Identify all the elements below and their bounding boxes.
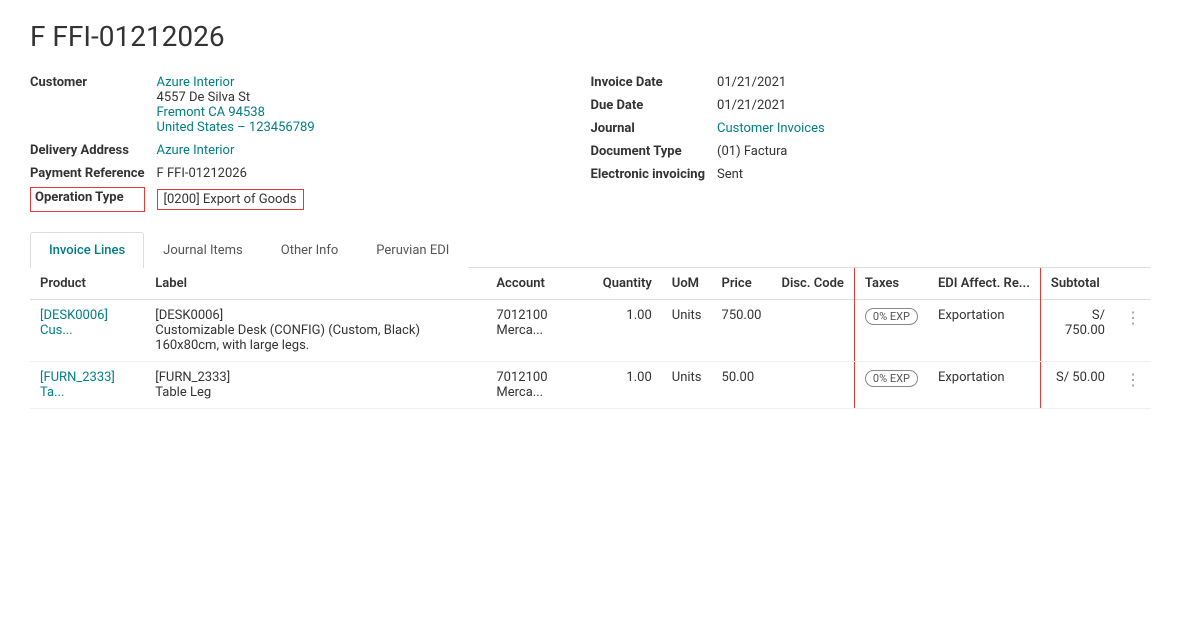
row1-quantity: 1.00 — [593, 300, 662, 362]
col-header-quantity: Quantity — [593, 268, 662, 300]
col-header-edi: EDI Affect. Re... — [928, 268, 1040, 300]
row1-label-long: Customizable Desk (CONFIG) (Custom, Blac… — [155, 323, 476, 353]
col-header-taxes: Taxes — [854, 268, 928, 300]
table-row: [FURN_2333] Ta... [FURN_2333] Table Leg … — [30, 362, 1151, 409]
payment-ref-value: F FFI-01212026 — [157, 164, 591, 183]
invoice-lines-table: Product Label Account Quantity UoM Price… — [30, 268, 1151, 409]
tab-journal-items[interactable]: Journal Items — [144, 232, 262, 268]
row1-uom: Units — [662, 300, 712, 362]
tab-other-info[interactable]: Other Info — [262, 232, 358, 268]
row2-edi: Exportation — [928, 362, 1040, 409]
payment-ref-label: Payment Reference — [30, 164, 145, 183]
invoice-date-value: 01/21/2021 — [717, 73, 1151, 92]
row2-account: 7012100 Merca... — [486, 362, 592, 409]
row2-subtotal: S/ 50.00 — [1040, 362, 1115, 409]
address-line1: 4557 De Silva St — [157, 90, 591, 105]
more-options-icon[interactable]: ⋮ — [1125, 308, 1141, 327]
row2-disc-code — [771, 362, 854, 409]
e-invoice-label: Electronic invoicing — [591, 165, 706, 184]
delivery-label: Delivery Address — [30, 141, 145, 160]
operation-type-label: Operation Type — [30, 187, 145, 212]
row1-edi: Exportation — [928, 300, 1040, 362]
row1-subtotal: S/ 750.00 — [1040, 300, 1115, 362]
table-row: [DESK0006] Cus... [DESK0006] Customizabl… — [30, 300, 1151, 362]
table-header-row: Product Label Account Quantity UoM Price… — [30, 268, 1151, 300]
row2-uom: Units — [662, 362, 712, 409]
col-header-disc-code: Disc. Code — [771, 268, 854, 300]
tab-bar: Invoice Lines Journal Items Other Info P… — [30, 232, 1151, 268]
col-header-more — [1115, 268, 1151, 300]
row1-product-link[interactable]: [DESK0006] Cus... — [40, 308, 108, 338]
customer-address: Azure Interior 4557 De Silva St Fremont … — [157, 73, 591, 137]
row2-more[interactable]: ⋮ — [1115, 362, 1151, 409]
operation-type-value: [0200] Export of Goods — [157, 187, 591, 212]
row1-label: [DESK0006] Customizable Desk (CONFIG) (C… — [145, 300, 486, 362]
doc-type-value: (01) Factura — [717, 142, 1151, 161]
tab-peruvian-edi[interactable]: Peruvian EDI — [357, 232, 468, 268]
row2-label: [FURN_2333] Table Leg — [145, 362, 486, 409]
col-header-label: Label — [145, 268, 486, 300]
row2-label-long: Table Leg — [155, 385, 476, 400]
info-grid: Customer Azure Interior 4557 De Silva St… — [30, 73, 1151, 212]
row2-taxes: 0% EXP — [854, 362, 928, 409]
e-invoice-value: Sent — [717, 165, 1151, 184]
customer-label: Customer — [30, 73, 145, 137]
journal-label: Journal — [591, 119, 706, 138]
page-title: F FFI-01212026 — [30, 20, 1151, 53]
customer-name-link[interactable]: Azure Interior — [157, 75, 591, 90]
row1-tax-badge: 0% EXP — [865, 308, 918, 325]
row1-account: 7012100 Merca... — [486, 300, 592, 362]
customer-info-section: Customer Azure Interior 4557 De Silva St… — [30, 73, 591, 212]
row1-label-short: [DESK0006] — [155, 308, 476, 323]
row1-price: 750.00 — [712, 300, 772, 362]
col-header-product: Product — [30, 268, 145, 300]
row2-price: 50.00 — [712, 362, 772, 409]
row2-quantity: 1.00 — [593, 362, 662, 409]
row1-disc-code — [771, 300, 854, 362]
col-header-account: Account — [486, 268, 592, 300]
row1-product: [DESK0006] Cus... — [30, 300, 145, 362]
row1-more[interactable]: ⋮ — [1115, 300, 1151, 362]
due-date-label: Due Date — [591, 96, 706, 115]
invoice-date-label: Invoice Date — [591, 73, 706, 92]
journal-value[interactable]: Customer Invoices — [717, 119, 1151, 138]
col-header-price: Price — [712, 268, 772, 300]
more-options-icon[interactable]: ⋮ — [1125, 370, 1141, 389]
row2-label-short: [FURN_2333] — [155, 370, 476, 385]
row2-product-link[interactable]: [FURN_2333] Ta... — [40, 370, 115, 400]
col-header-subtotal: Subtotal — [1040, 268, 1115, 300]
col-header-uom: UoM — [662, 268, 712, 300]
row2-product: [FURN_2333] Ta... — [30, 362, 145, 409]
operation-type-badge: [0200] Export of Goods — [157, 189, 304, 210]
invoice-lines-table-container: Product Label Account Quantity UoM Price… — [30, 268, 1151, 409]
delivery-value[interactable]: Azure Interior — [157, 141, 591, 160]
doc-type-label: Document Type — [591, 142, 706, 161]
address-line3[interactable]: United States – 123456789 — [157, 120, 591, 135]
row1-taxes: 0% EXP — [854, 300, 928, 362]
invoice-info-section: Invoice Date 01/21/2021 Due Date 01/21/2… — [591, 73, 1152, 212]
tab-invoice-lines[interactable]: Invoice Lines — [30, 232, 144, 268]
row2-tax-badge: 0% EXP — [865, 370, 918, 387]
address-line2[interactable]: Fremont CA 94538 — [157, 105, 591, 120]
due-date-value: 01/21/2021 — [717, 96, 1151, 115]
